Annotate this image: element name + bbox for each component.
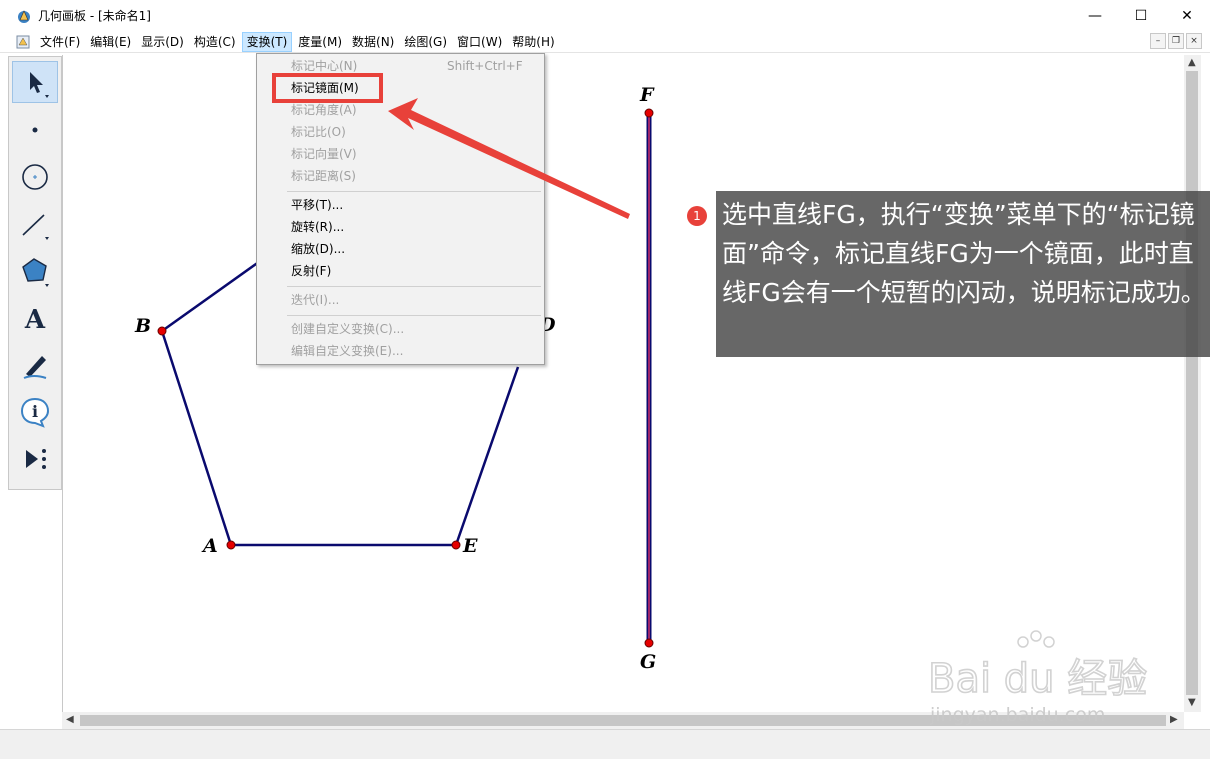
- instruction-callout: 选中直线FG，执行“变换”菜单下的“标记镜面”命令，标记直线FG为一个镜面，此时…: [716, 191, 1210, 357]
- instruction-text: 选中直线FG，执行“变换”菜单下的“标记镜面”命令，标记直线FG为一个镜面，此时…: [722, 200, 1206, 307]
- arrow-shape: [388, 98, 630, 219]
- watermark-url: jingyan.baidu.com: [930, 704, 1106, 726]
- step-badge: 1: [687, 206, 707, 226]
- watermark-brand: Bai du 经验: [928, 656, 1147, 702]
- paw-icon: [1017, 630, 1055, 648]
